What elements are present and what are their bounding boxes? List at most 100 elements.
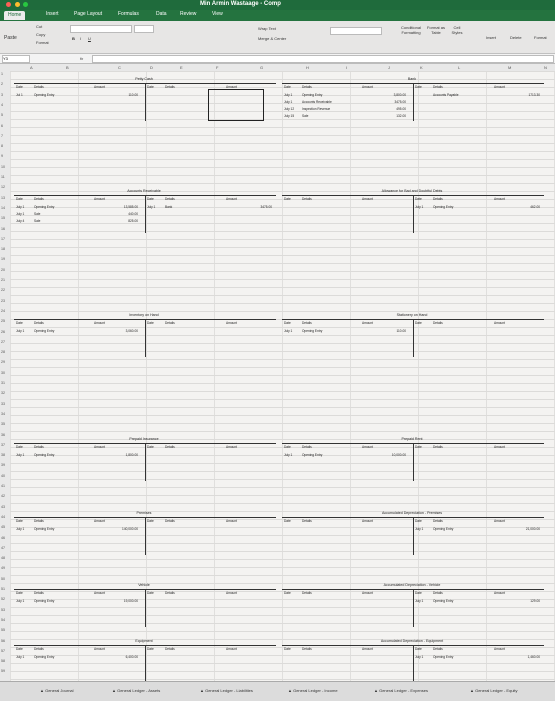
row-header-52[interactable]: 52: [1, 597, 5, 601]
conditional-formatting-button[interactable]: Conditional Formatting: [400, 25, 422, 35]
row-header-11[interactable]: 11: [1, 175, 5, 179]
row-header-19[interactable]: 19: [1, 257, 5, 261]
sheet-tab-ledger-liabilities[interactable]: ▲ General Ledger - Liabilities: [200, 688, 253, 693]
row-header-33[interactable]: 33: [1, 402, 5, 406]
minimize-icon[interactable]: [14, 2, 20, 7]
column-header-f[interactable]: F: [216, 65, 218, 70]
sheet-tab-ledger-expenses[interactable]: ▲ General Ledger - Expenses: [374, 688, 428, 693]
row-header-20[interactable]: 20: [1, 268, 5, 272]
merge-center-button[interactable]: Merge & Center: [258, 36, 286, 41]
column-header-h[interactable]: H: [306, 65, 309, 70]
tab-data[interactable]: Data: [156, 11, 167, 17]
row-header-21[interactable]: 21: [1, 278, 5, 282]
format-painter-button[interactable]: Format: [36, 40, 49, 45]
formula-input[interactable]: [92, 55, 554, 63]
row-header-5[interactable]: 5: [1, 113, 3, 117]
delete-cells-button[interactable]: Delete: [510, 35, 522, 40]
row-header-29[interactable]: 29: [1, 360, 5, 364]
row-header-56[interactable]: 56: [1, 639, 5, 643]
row-header-17[interactable]: 17: [1, 237, 5, 241]
sheet-tab-ledger-equity[interactable]: ▲ General Ledger - Equity: [470, 688, 518, 693]
tab-insert[interactable]: Insert: [46, 11, 59, 17]
fx-icon[interactable]: fx: [80, 56, 83, 61]
format-as-table-button[interactable]: Format as Table: [426, 25, 446, 35]
row-header-3[interactable]: 3: [1, 93, 3, 97]
tab-formulas[interactable]: Formulas: [118, 11, 139, 17]
row-header-16[interactable]: 16: [1, 227, 5, 231]
row-header-26[interactable]: 26: [1, 330, 5, 334]
row-header-23[interactable]: 23: [1, 299, 5, 303]
row-header-51[interactable]: 51: [1, 587, 5, 591]
row-header-45[interactable]: 45: [1, 525, 5, 529]
italic-button[interactable]: I: [80, 36, 81, 41]
row-header-15[interactable]: 15: [1, 216, 5, 220]
column-header-m[interactable]: M: [508, 65, 511, 70]
row-header-6[interactable]: 6: [1, 124, 3, 128]
paste-button[interactable]: Paste: [4, 35, 17, 41]
worksheet-grid[interactable]: Petty Cash Date Details Amount Date Details Am…: [10, 71, 555, 683]
copy-button[interactable]: Copy: [36, 32, 45, 37]
sheet-tab-ledger-income[interactable]: ▲ General Ledger - Income: [288, 688, 338, 693]
row-header-38[interactable]: 38: [1, 453, 5, 457]
close-icon[interactable]: [6, 2, 11, 7]
row-header-46[interactable]: 46: [1, 536, 5, 540]
row-header-47[interactable]: 47: [1, 546, 5, 550]
format-cells-button[interactable]: Format: [534, 35, 547, 40]
sheet-tab-ledger-assets[interactable]: ▲ General Ledger - Assets: [112, 688, 160, 693]
row-header-31[interactable]: 31: [1, 381, 5, 385]
row-header-24[interactable]: 24: [1, 309, 5, 313]
row-header-37[interactable]: 37: [1, 443, 5, 447]
tab-home[interactable]: Home: [4, 11, 26, 20]
row-header-9[interactable]: 9: [1, 154, 3, 158]
underline-button[interactable]: U: [88, 36, 91, 41]
row-header-44[interactable]: 44: [1, 515, 5, 519]
row-header-10[interactable]: 10: [1, 165, 5, 169]
sheet-tab-general-journal[interactable]: ▲ General Journal: [40, 688, 74, 693]
row-header-18[interactable]: 18: [1, 247, 5, 251]
row-header-59[interactable]: 59: [1, 669, 5, 673]
column-header-c[interactable]: C: [118, 65, 121, 70]
row-header-58[interactable]: 58: [1, 659, 5, 663]
row-header-13[interactable]: 13: [1, 196, 5, 200]
cut-button[interactable]: Cut: [36, 24, 42, 29]
cell-styles-button[interactable]: Cell Styles: [450, 25, 464, 35]
row-header-30[interactable]: 30: [1, 371, 5, 375]
row-header-8[interactable]: 8: [1, 144, 3, 148]
column-header-n[interactable]: N: [544, 65, 547, 70]
insert-cells-button[interactable]: Insert: [486, 35, 496, 40]
row-header-1[interactable]: 1: [1, 72, 3, 76]
row-header-53[interactable]: 53: [1, 608, 5, 612]
row-header-22[interactable]: 22: [1, 288, 5, 292]
row-header-49[interactable]: 49: [1, 566, 5, 570]
window-controls[interactable]: [6, 2, 30, 9]
number-format-select[interactable]: [330, 27, 382, 35]
row-header-50[interactable]: 50: [1, 577, 5, 581]
row-header-42[interactable]: 42: [1, 494, 5, 498]
column-header-e[interactable]: E: [180, 65, 183, 70]
wrap-text-button[interactable]: Wrap Text: [258, 26, 276, 31]
row-header-25[interactable]: 25: [1, 319, 5, 323]
row-header-41[interactable]: 41: [1, 484, 5, 488]
row-header-32[interactable]: 32: [1, 391, 5, 395]
row-header-57[interactable]: 57: [1, 649, 5, 653]
row-header-12[interactable]: 12: [1, 185, 5, 189]
row-header-43[interactable]: 43: [1, 505, 5, 509]
row-header-48[interactable]: 48: [1, 556, 5, 560]
column-header-g[interactable]: G: [260, 65, 263, 70]
row-header-40[interactable]: 40: [1, 474, 5, 478]
column-header-k[interactable]: K: [420, 65, 423, 70]
column-header-d[interactable]: D: [150, 65, 153, 70]
row-header-2[interactable]: 2: [1, 82, 3, 86]
row-header-34[interactable]: 34: [1, 412, 5, 416]
row-header-35[interactable]: 35: [1, 422, 5, 426]
row-header-54[interactable]: 54: [1, 618, 5, 622]
zoom-icon[interactable]: [23, 2, 29, 7]
font-name-select[interactable]: [70, 25, 132, 33]
row-header-4[interactable]: 4: [1, 103, 3, 107]
column-header-a[interactable]: A: [30, 65, 33, 70]
row-header-36[interactable]: 36: [1, 433, 5, 437]
font-size-select[interactable]: [134, 25, 154, 33]
column-header-i[interactable]: I: [346, 65, 347, 70]
column-header-j[interactable]: J: [388, 65, 390, 70]
row-header-55[interactable]: 55: [1, 628, 5, 632]
